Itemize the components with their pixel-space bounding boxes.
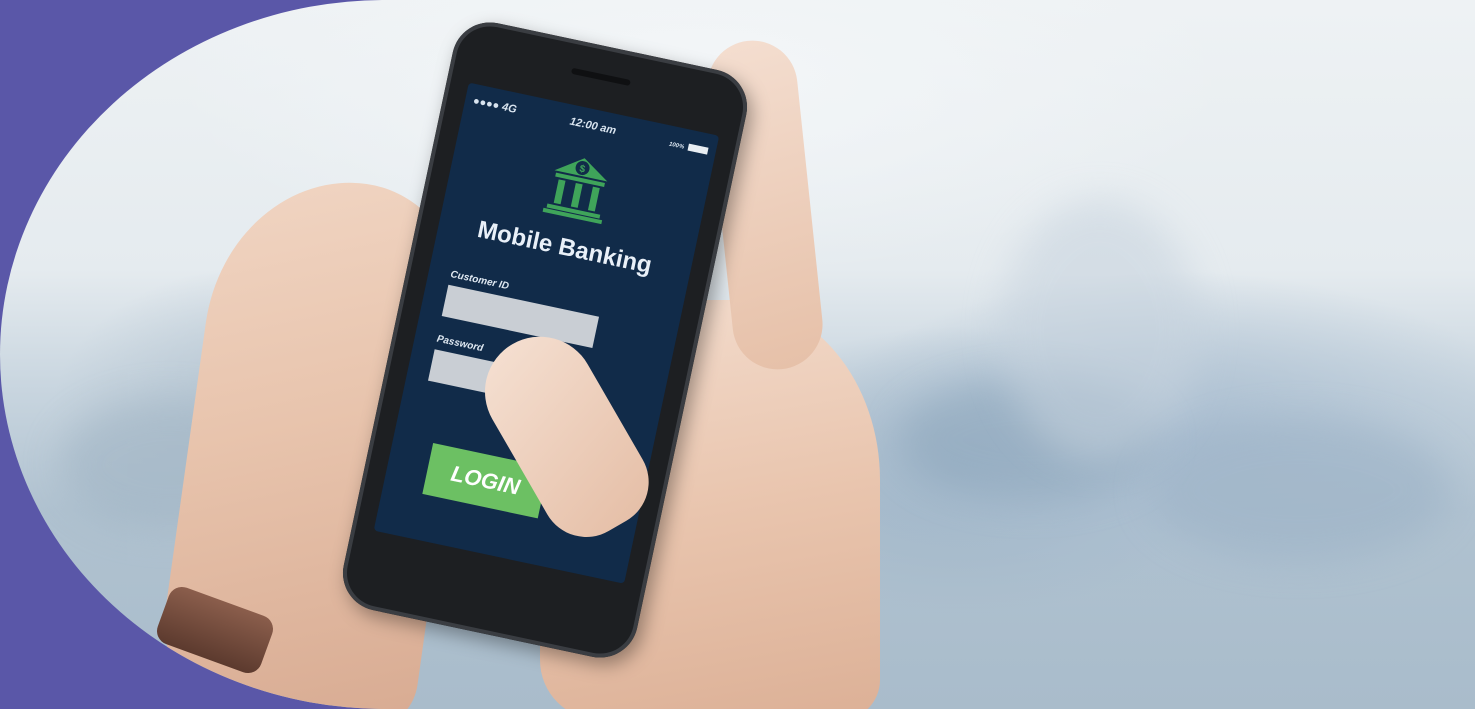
- city-blur: [1000, 200, 1200, 460]
- battery-percent: 100%: [668, 141, 685, 151]
- clock: 12:00 am: [568, 115, 618, 138]
- status-bar: ●●●● 4G 12:00 am 100%: [471, 92, 709, 160]
- photo-panel: ●●●● 4G 12:00 am 100% $ Mobile Banking C…: [0, 0, 1475, 709]
- image-stage: ●●●● 4G 12:00 am 100% $ Mobile Banking C…: [0, 0, 1475, 709]
- city-blur: [1150, 420, 1450, 560]
- bank-building-icon: $: [542, 158, 608, 225]
- battery-indicator: 100%: [668, 137, 709, 157]
- battery-icon: [687, 143, 709, 155]
- phone-speaker: [570, 67, 631, 87]
- signal-indicator: ●●●● 4G: [471, 94, 518, 116]
